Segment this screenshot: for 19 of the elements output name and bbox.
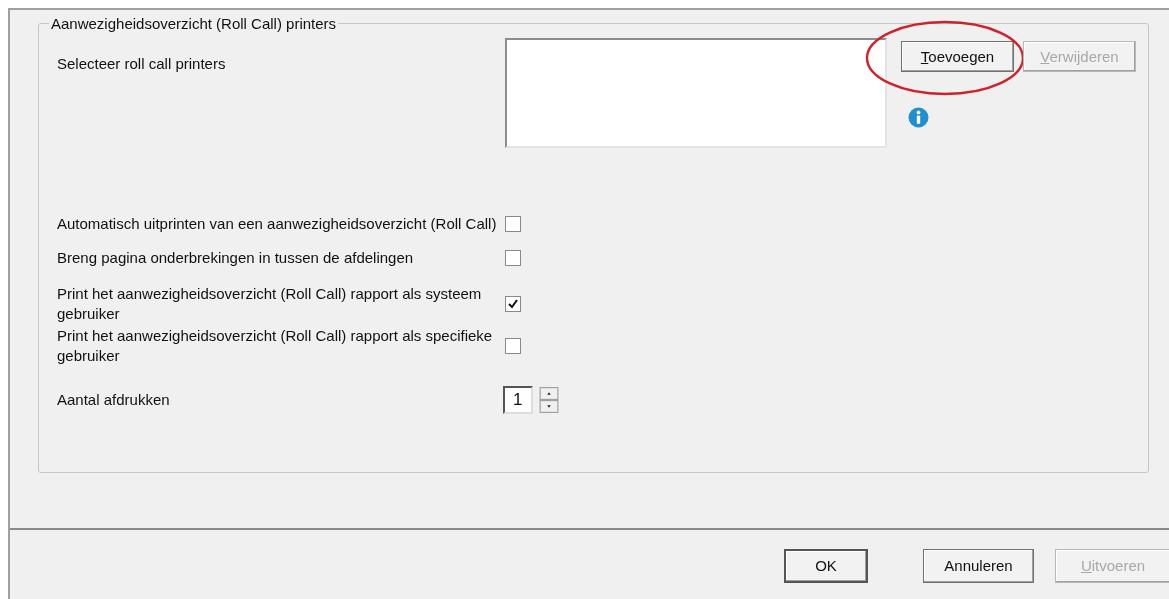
option-label: Print het aanwezigheidsoverzicht (Roll Call) rapport als systeem gebruiker — [57, 284, 483, 324]
spin-up-button[interactable] — [536, 387, 562, 400]
checkbox[interactable] — [505, 296, 521, 312]
option-label: Automatisch uitprinten van een aanwezigheidsoverzicht (Roll Call) — [57, 214, 497, 234]
checkbox[interactable] — [505, 338, 521, 354]
spin-down-button[interactable] — [536, 400, 562, 413]
info-icon — [908, 107, 929, 128]
add-button[interactable]: Toevoegen — [901, 41, 1014, 72]
group-title: Aanwezigheidsoverzicht (Roll Call) printers — [50, 15, 338, 32]
copies-field[interactable]: 1 — [503, 386, 533, 414]
checkbox[interactable] — [505, 250, 521, 266]
ok-button[interactable]: OK — [784, 548, 868, 583]
copies-label: Aantal afdrukken — [57, 390, 171, 410]
checkbox[interactable] — [505, 216, 521, 232]
cancel-button[interactable]: Annuleren — [923, 548, 1034, 583]
printer-label: Selecteer roll call printers — [57, 54, 227, 74]
option-label: Print het aanwezigheidsoverzicht (Roll Call) rapport als specifieke gebruiker — [57, 326, 494, 366]
option-label: Breng pagina onderbrekingen in tussen de afdelingen — [57, 248, 415, 268]
printer-list[interactable] — [505, 38, 887, 148]
